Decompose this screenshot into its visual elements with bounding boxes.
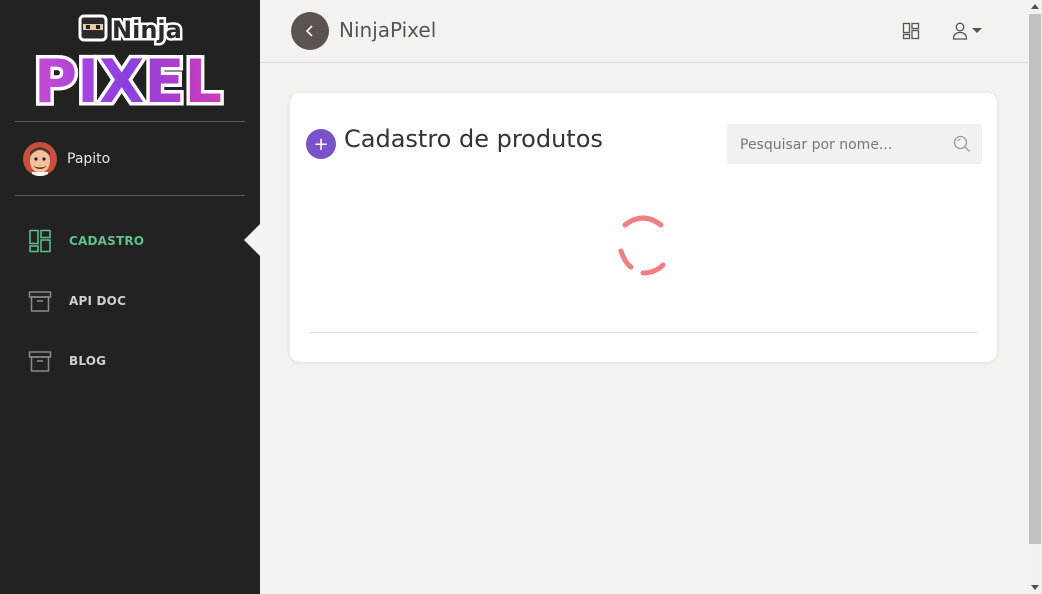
sidebar-item-cadastro[interactable]: CADASTRO <box>28 226 144 256</box>
scroll-down-arrow-icon[interactable] <box>1028 580 1042 594</box>
grid-icon[interactable] <box>902 22 920 40</box>
scrollbar-thumb[interactable] <box>1029 14 1041 544</box>
back-button[interactable] <box>291 12 329 50</box>
search-box <box>727 124 982 166</box>
sidebar-divider <box>15 195 245 196</box>
page-title: Cadastro de produtos <box>344 125 603 153</box>
search-icon[interactable] <box>953 135 971 153</box>
top-header: NinjaPixel <box>260 0 1028 63</box>
ninjapixel-logo[interactable]: Ninja PIXEL <box>28 10 228 111</box>
caret-down-icon <box>972 28 982 33</box>
card-divider <box>310 332 977 333</box>
sidebar-item-label: API DOC <box>69 294 127 308</box>
sidebar-item-label: CADASTRO <box>69 234 145 248</box>
svg-text:PIXEL: PIXEL <box>34 47 222 110</box>
archive-box-icon <box>28 291 52 312</box>
dashboard-icon <box>29 229 51 253</box>
archive-box-icon <box>28 351 52 372</box>
sidebar-item-api-doc[interactable]: API DOC <box>28 286 126 316</box>
sidebar-item-label: BLOG <box>69 354 107 368</box>
user-menu-button[interactable] <box>952 22 982 40</box>
user-name: Papito <box>67 151 111 167</box>
svg-text:Ninja: Ninja <box>112 16 182 44</box>
add-product-button[interactable]: + <box>306 129 336 159</box>
product-registry-card: + Cadastro de produtos <box>290 93 997 362</box>
loading-spinner <box>618 215 666 276</box>
sidebar: Ninja PIXEL Papito CADASTRO API DOC BLOG <box>0 0 260 594</box>
chevron-left-icon <box>305 25 313 37</box>
active-indicator <box>244 224 260 256</box>
user-icon <box>952 22 968 40</box>
sidebar-divider <box>15 121 245 122</box>
user-profile[interactable]: Papito <box>23 142 110 176</box>
app-title: NinjaPixel <box>339 18 437 42</box>
scroll-up-arrow-icon[interactable] <box>1028 0 1042 14</box>
page-scrollbar[interactable] <box>1028 0 1042 594</box>
sidebar-item-blog[interactable]: BLOG <box>28 346 106 376</box>
search-input[interactable] <box>738 124 942 166</box>
avatar[interactable] <box>23 142 57 176</box>
